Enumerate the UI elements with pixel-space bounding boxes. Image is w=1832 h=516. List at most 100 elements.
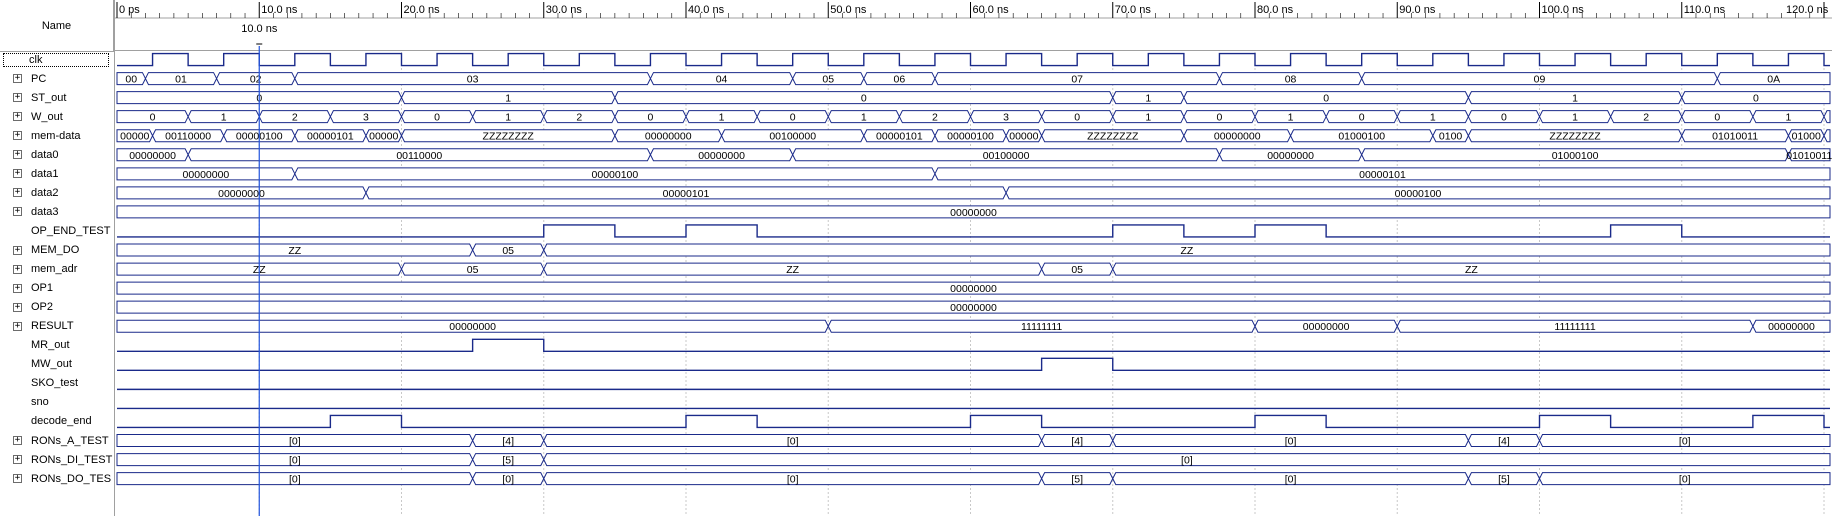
bus-value-label: 00000000	[1768, 321, 1815, 333]
expand-plus-icon[interactable]: +	[13, 302, 22, 312]
bus-value-label: 00110000	[165, 131, 211, 143]
signal-name: data1	[31, 167, 59, 180]
name-header-label: Name	[41, 19, 72, 32]
signal-row-w-out[interactable]: + W_out	[0, 107, 114, 126]
expand-plus-icon[interactable]: +	[13, 283, 22, 293]
bus-value-label: [0]	[502, 474, 514, 486]
signal-row-data3[interactable]: + data3	[0, 202, 114, 221]
expand-plus-icon[interactable]: +	[13, 112, 22, 122]
bus-value-label: [5]	[502, 455, 514, 467]
signal-row-rons-do-tes[interactable]: + RONs_DO_TES	[0, 469, 114, 488]
expand-plus-icon[interactable]: +	[13, 321, 22, 331]
bus-value-label: 1	[1786, 112, 1792, 124]
signal-name: MW_out	[31, 358, 72, 371]
bus-value-label: ZZ	[1465, 264, 1478, 276]
expand-plus-icon[interactable]: +	[13, 150, 22, 160]
bus-value-label: 00000	[120, 131, 149, 143]
signal-name: RONs_DI_TEST	[31, 453, 113, 466]
signal-name: data0	[31, 148, 59, 161]
bus-value-label: [0]	[787, 436, 799, 448]
bus-value-label: [5]	[1498, 474, 1510, 486]
expand-plus-icon[interactable]: +	[13, 169, 22, 179]
signal-row-mem-data[interactable]: + mem-data	[0, 126, 114, 145]
waveform-view[interactable]: 0 ps 10.0 ns 20.0 ns 30.0 ns 40.0 ns 50.0 ns 6…	[115, 0, 1832, 516]
waveform-data3: 00000000	[116, 205, 1831, 219]
bus-value-label: 00000100	[947, 131, 994, 143]
bus-value-label: 1	[221, 112, 227, 124]
signal-name: RONs_A_TEST	[31, 434, 109, 447]
expand-plus-icon[interactable]: +	[13, 436, 22, 446]
expand-plus-icon[interactable]: +	[13, 245, 22, 255]
signal-row-data2[interactable]: + data2	[0, 183, 114, 202]
waveform-data0: 00000000 00110000 00000000 00100000 00000000…	[116, 148, 1832, 162]
signal-name: data2	[31, 186, 59, 199]
signal-row-mw-out[interactable]: MW_out	[0, 355, 114, 374]
ruler-tick-label: 90.0 ns	[1399, 4, 1436, 16]
bus-value-label: 07	[1071, 74, 1083, 86]
signal-row-decode-end[interactable]: decode_end	[0, 412, 114, 431]
bus-segment	[1823, 110, 1831, 124]
waveform-result: 00000000 11111111 00000000 11111111 00000000	[116, 319, 1831, 333]
signal-row-mem-adr[interactable]: + mem_adr	[0, 260, 114, 279]
bus-value-label: [0]	[1679, 474, 1691, 486]
waveform-rons-do-tes: [0] [0] [0] [5] [0] [5] [0]	[116, 472, 1831, 486]
waveform-clk	[117, 52, 1830, 67]
signal-row-mem-do[interactable]: + MEM_DO	[0, 241, 114, 260]
bus-value-label: 00000000	[129, 150, 176, 162]
bus-value-label: 00000100	[1395, 188, 1442, 200]
signal-row-op1[interactable]: + OP1	[0, 279, 114, 298]
expand-plus-icon[interactable]: +	[13, 474, 22, 484]
bus-value-label: [0]	[1285, 474, 1297, 486]
signal-row-result[interactable]: + RESULT	[0, 317, 114, 336]
bus-value-label: 00000000	[950, 302, 997, 314]
signal-row-mr-out[interactable]: MR_out	[0, 336, 114, 355]
bus-value-label: 0	[1714, 112, 1720, 124]
clock-trace	[117, 52, 1830, 67]
signal-row-op-end-test[interactable]: OP_END_TEST	[0, 221, 114, 240]
bus-value-label: 1	[1145, 112, 1151, 124]
bus-value-label: 05	[822, 74, 834, 86]
bus-value-label: 00000100	[592, 169, 639, 181]
cursor-time-label: 10.0 ns	[241, 23, 278, 35]
bus-value-label: 0	[861, 93, 867, 105]
bus-value-label: [0]	[787, 474, 799, 486]
waveform-decode-end	[117, 414, 1830, 429]
expand-plus-icon[interactable]: +	[13, 207, 22, 217]
bus-value-label: 06	[894, 74, 906, 86]
waveform-op1: 00000000	[116, 281, 1831, 295]
expand-plus-icon[interactable]: +	[13, 264, 22, 274]
bus-value-label: 00000101	[1359, 169, 1406, 181]
ruler-tick-label: 50.0 ns	[830, 4, 867, 16]
signal-row-data1[interactable]: + data1	[0, 164, 114, 183]
expand-plus-icon[interactable]: +	[13, 93, 22, 103]
bus-value-label: 00000000	[449, 321, 496, 333]
bus-value-label: 00000	[369, 131, 398, 143]
bus-value-label: 3	[1003, 112, 1009, 124]
signal-row-sno[interactable]: sno	[0, 393, 114, 412]
signal-row-sko-test[interactable]: SKO_test	[0, 374, 114, 393]
expand-plus-icon[interactable]: +	[13, 188, 22, 198]
signal-row-pc[interactable]: + PC	[0, 69, 114, 88]
bus-value-label: 09	[1534, 74, 1546, 86]
signal-row-st-out[interactable]: + ST_out	[0, 88, 114, 107]
signal-row-rons-di-test[interactable]: + RONs_DI_TEST	[0, 450, 114, 469]
signal-row-data0[interactable]: + data0	[0, 145, 114, 164]
bus-value-label: ZZ	[1180, 245, 1193, 257]
waveform-rons-a-test: [0] [4] [0] [4] [0] [4] [0]	[116, 434, 1831, 448]
bit-trace	[117, 338, 1830, 352]
bus-value-label: 0	[150, 112, 156, 124]
bus-value-label: [4]	[502, 436, 514, 448]
expand-plus-icon[interactable]: +	[13, 74, 22, 84]
name-column-header[interactable]: Name	[0, 0, 114, 52]
bus-value-label: 3	[363, 112, 369, 124]
signal-row-op2[interactable]: + OP2	[0, 298, 114, 317]
ruler-tick-label: 70.0 ns	[1115, 4, 1152, 16]
bus-value-label: 01000100	[1552, 150, 1599, 162]
bus-value-label: 00000000	[1214, 131, 1261, 143]
expand-plus-icon[interactable]: +	[13, 455, 22, 465]
signal-name: data3	[31, 205, 59, 218]
signal-row-rons-a-test[interactable]: + RONs_A_TEST	[0, 431, 114, 450]
ruler-tick-label: 80.0 ns	[1257, 4, 1294, 16]
bus-value-label: ZZZZZZZZ	[1087, 131, 1139, 143]
expand-plus-icon[interactable]: +	[13, 131, 22, 141]
